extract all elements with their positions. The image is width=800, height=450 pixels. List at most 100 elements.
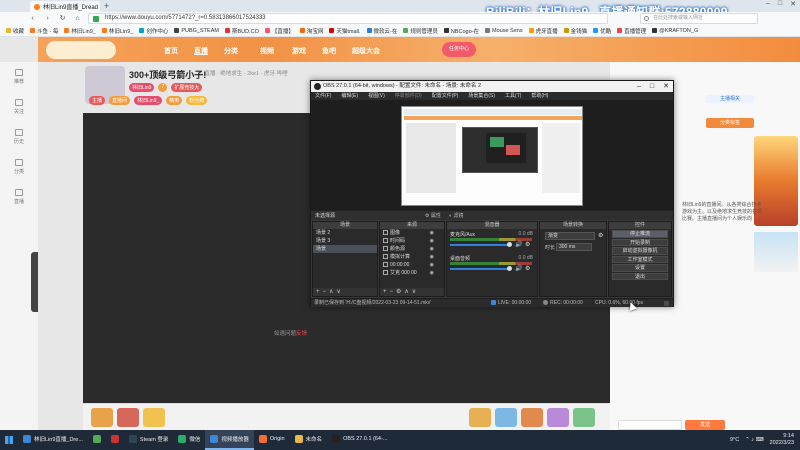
nav-event[interactable]: 超级大会 <box>352 46 380 56</box>
control-button[interactable]: 设置 <box>612 264 668 272</box>
tray-icons[interactable]: ⌃ ♪ ⌨ <box>745 437 763 443</box>
minimize-icon[interactable]: – <box>766 0 770 8</box>
volume-slider-knob[interactable] <box>507 242 512 247</box>
bookmark-item[interactable]: 斯BUD.CO <box>224 27 259 35</box>
bookmark-item[interactable]: 直播管理 <box>617 27 646 35</box>
new-tab-button[interactable]: + <box>104 1 109 11</box>
control-button[interactable]: 工作室模式 <box>612 255 668 263</box>
nav-games[interactable]: 游戏 <box>292 46 306 56</box>
taskbar-app[interactable]: 林旧Lin9直播_Dre... <box>18 430 88 450</box>
room-tag[interactable]: 林旧Lin9 <box>129 83 155 92</box>
nav-live[interactable]: 直播 <box>194 46 208 56</box>
sidebar-item-category[interactable]: 分类 <box>0 152 38 182</box>
bookmark-item[interactable]: Mouse Sens <box>485 28 523 34</box>
room-badge[interactable]: 林旧Lin9_ <box>134 96 163 105</box>
menu-scene-collection[interactable]: 场景集合(S) <box>468 92 495 100</box>
control-button[interactable]: 开始录制 <box>612 238 668 246</box>
sidebar-collapse-handle[interactable] <box>31 252 38 312</box>
sidebar-item-history[interactable]: 历史 <box>0 122 38 152</box>
nav-video[interactable]: 视频 <box>260 46 274 56</box>
gear-icon[interactable]: ⚙ <box>598 232 603 239</box>
gear-icon[interactable]: ⚙ <box>525 241 530 248</box>
gear-icon[interactable]: ⚙ <box>525 265 530 272</box>
bookmark-item[interactable]: 创作中心 <box>139 27 168 35</box>
eye-icon[interactable]: ◉ <box>430 253 434 261</box>
speaker-icon[interactable]: 🔊 <box>515 241 522 248</box>
maximize-icon[interactable]: □ <box>650 81 654 92</box>
taskbar-app[interactable]: Steam 登录 <box>124 430 173 450</box>
eye-icon[interactable]: ◉ <box>430 245 434 253</box>
start-button[interactable] <box>0 430 18 450</box>
home-icon[interactable]: ⌂ <box>73 14 82 23</box>
taskbar-app[interactable]: 视频播放器 <box>205 430 254 450</box>
gift-item[interactable] <box>573 408 595 427</box>
source-item[interactable]: 艾克 000 00 ◉ <box>380 269 444 277</box>
gift-item[interactable] <box>547 408 569 427</box>
scene-item[interactable]: 场景 <box>313 245 377 253</box>
filters-button[interactable]: ◐ 滤镜 <box>449 211 463 221</box>
bookmark-item[interactable]: 斗鱼 - 每 <box>30 27 58 35</box>
duration-input[interactable]: 300 ms <box>556 243 592 251</box>
taskbar-app[interactable]: Origin <box>254 430 290 450</box>
source-item[interactable]: 图像 ◉ <box>380 229 444 237</box>
maximize-icon[interactable]: □ <box>778 0 782 8</box>
gift-item[interactable] <box>469 408 491 427</box>
speaker-icon[interactable]: 🔊 <box>515 265 522 272</box>
bookmark-item[interactable]: 林旧Lin9_ <box>101 27 133 35</box>
task-center-button[interactable]: 任务中心 <box>442 42 476 57</box>
bookmark-item[interactable]: @KRAFTON_G <box>652 28 698 34</box>
source-item[interactable]: 模拟计算 ◉ <box>380 253 444 261</box>
bookmark-item[interactable]: PUBG_STEAM <box>174 28 219 34</box>
bookmark-item[interactable]: 规则管理员 <box>403 27 438 35</box>
transition-select[interactable]: 渐变 <box>545 232 595 240</box>
room-tag[interactable]: 7 <box>158 83 168 92</box>
properties-button[interactable]: ⚙ 属性 <box>425 211 441 221</box>
bookmark-item[interactable]: 优酷 <box>593 27 611 35</box>
room-badge[interactable]: 精英 <box>166 96 183 105</box>
refresh-icon[interactable]: ↻ <box>58 14 67 23</box>
menu-help[interactable]: 帮助(H) <box>531 92 548 100</box>
gift-item[interactable] <box>495 408 517 427</box>
scene-item[interactable]: 场景 3 <box>313 237 377 245</box>
clock[interactable]: 9:14 2022/3/23 <box>770 433 794 447</box>
gift-item[interactable] <box>91 408 113 427</box>
scene-item[interactable]: 场景 2 <box>313 229 377 237</box>
gift-item[interactable] <box>521 408 543 427</box>
sidebar-item-recommend[interactable]: 推荐 <box>0 62 38 92</box>
volume-slider-knob[interactable] <box>507 266 512 271</box>
close-icon[interactable]: ✕ <box>790 0 796 8</box>
taskbar-app[interactable]: 未命名 <box>290 430 328 450</box>
related-tag[interactable]: 主播相关 <box>706 95 754 103</box>
taskbar-app[interactable] <box>88 430 106 450</box>
source-item[interactable]: 颜色源 ◉ <box>380 245 444 253</box>
source-item[interactable]: 时间码 ◉ <box>380 237 444 245</box>
eye-icon[interactable]: ◉ <box>430 261 434 269</box>
room-badge[interactable]: 主播 <box>89 96 106 105</box>
bookmark-item[interactable]: 虎牙直播 <box>528 27 558 35</box>
bookmark-item[interactable]: 收藏 <box>6 27 24 35</box>
promo-ad[interactable] <box>754 232 798 272</box>
close-icon[interactable]: ✕ <box>663 81 669 92</box>
control-button[interactable]: 停止推流 <box>612 230 668 238</box>
eye-icon[interactable]: ◉ <box>430 269 434 277</box>
weather-readout[interactable]: 9°C <box>730 437 739 443</box>
sidebar-item-follow[interactable]: 关注 <box>0 92 38 122</box>
nav-yuba[interactable]: 鱼吧 <box>322 46 336 56</box>
nav-home[interactable]: 首页 <box>164 46 178 56</box>
bookmark-item[interactable]: 金钱猫 <box>563 27 587 35</box>
menu-tools[interactable]: 工具(T) <box>505 92 521 100</box>
category-tag[interactable]: 分类标签 <box>706 118 754 128</box>
room-badge[interactable]: 直播间 <box>109 96 131 105</box>
browser-tab[interactable]: 林旧Lin9直播_Dread H <box>30 1 100 12</box>
eye-icon[interactable]: ◉ <box>430 229 434 237</box>
resize-grip-icon[interactable] <box>664 301 669 306</box>
browser-search-input[interactable]: 在此处搜索或输入网址 <box>640 13 758 24</box>
gift-item[interactable] <box>143 408 165 427</box>
source-item[interactable]: 00:00:00 ◉ <box>380 261 444 269</box>
bookmark-item[interactable]: 微软云-在 <box>366 27 397 35</box>
bookmark-item[interactable]: NBCogo-在 <box>443 27 479 35</box>
douyu-logo[interactable] <box>46 41 116 59</box>
feedback-link[interactable]: 反馈 <box>296 331 307 337</box>
forward-icon[interactable]: › <box>43 14 52 23</box>
address-bar[interactable]: https://www.douyu.com/5771472?_r=0.58313… <box>88 13 608 24</box>
